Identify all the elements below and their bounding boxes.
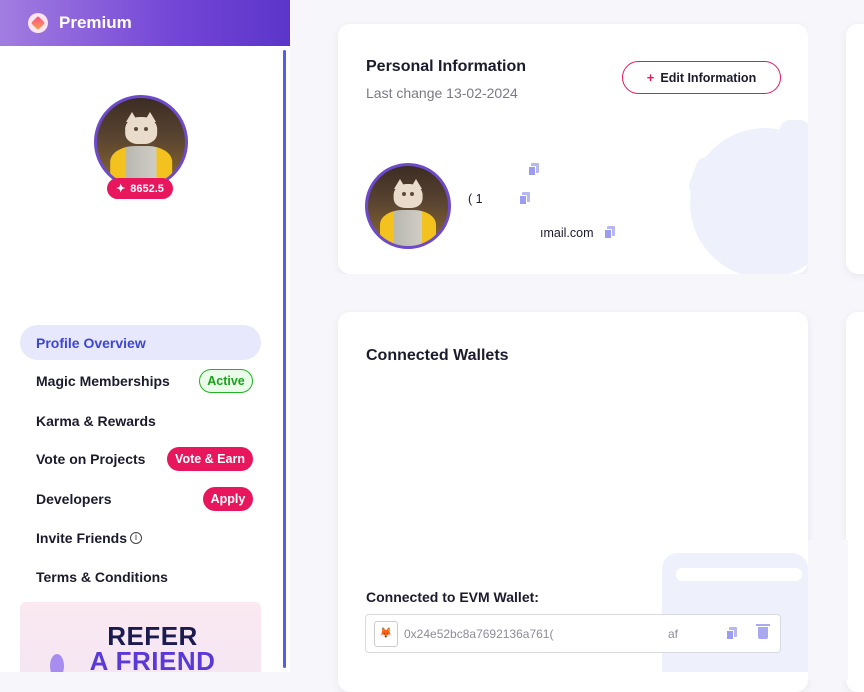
- nav-karma-rewards[interactable]: Karma & Rewards: [20, 403, 261, 438]
- nav-label: Profile Overview: [36, 334, 146, 351]
- info-icon[interactable]: i: [130, 531, 143, 544]
- last-change-date: Last change 13-02-2024: [366, 85, 518, 101]
- user-id-field: ( 1: [468, 192, 483, 206]
- karma-badge: ✦ 8652.5: [107, 178, 173, 199]
- nav-label: Karma & Rewards: [36, 412, 156, 429]
- refer-a-friend-banner[interactable]: REFER A FRIEND: [20, 602, 261, 672]
- edit-information-label: Edit Information: [660, 70, 757, 85]
- profile-avatar: [365, 163, 451, 249]
- premium-header[interactable]: Premium: [0, 0, 290, 46]
- copy-icon[interactable]: [604, 226, 615, 239]
- evm-wallet-row[interactable]: 🦊 0x24e52bc8a7692136a761( af: [365, 614, 781, 653]
- active-badge: Active: [199, 368, 253, 393]
- nav-terms-conditions[interactable]: Terms & Conditions: [20, 559, 261, 594]
- edit-information-button[interactable]: + Edit Information: [622, 61, 781, 94]
- nav-label: Developers: [36, 490, 112, 507]
- copy-icon[interactable]: [726, 627, 737, 640]
- email-field: ımail.com: [540, 226, 594, 240]
- personal-info-title: Personal Information: [366, 58, 527, 75]
- side-card-bottom: [846, 312, 864, 692]
- wallet-address-end: af: [668, 626, 679, 641]
- sidebar: Premium ✦ 8652.5 Profile Overview Magic …: [0, 0, 290, 672]
- trash-icon[interactable]: [756, 624, 770, 639]
- apply-badge: Apply: [203, 486, 253, 511]
- evm-wallet-label: Connected to EVM Wallet:: [366, 589, 539, 605]
- nav-label: Terms & Conditions: [36, 568, 168, 585]
- plus-icon: +: [646, 70, 655, 85]
- wallet-address: 0x24e52bc8a7692136a761(: [404, 626, 554, 641]
- refer-subtitle: A FRIEND: [89, 646, 216, 672]
- avatar[interactable]: [94, 95, 188, 189]
- nav-invite-friends[interactable]: Invite Friends i: [20, 520, 261, 555]
- copy-icon[interactable]: [519, 192, 530, 205]
- nav-label: Invite Friends: [36, 529, 128, 546]
- connected-wallets-title: Connected Wallets: [366, 347, 509, 364]
- metamask-icon: 🦊: [374, 620, 398, 647]
- nav-developers[interactable]: Developers Apply: [20, 481, 261, 516]
- karma-value: 8652.5: [130, 182, 164, 195]
- copy-icon[interactable]: [528, 163, 539, 176]
- wallet-decoration-line: [676, 568, 802, 581]
- vote-earn-badge: Vote & Earn: [167, 446, 253, 471]
- nav-profile-overview[interactable]: Profile Overview: [20, 325, 261, 360]
- nav-label: Magic Memberships: [36, 372, 170, 389]
- nav-magic-memberships[interactable]: Magic Memberships Active: [20, 363, 261, 398]
- sparkle-icon: ✦: [116, 183, 126, 195]
- premium-title: Premium: [59, 13, 132, 32]
- nav-label: Vote on Projects: [36, 450, 146, 467]
- nav-vote-on-projects[interactable]: Vote on Projects Vote & Earn: [20, 441, 261, 476]
- side-card-top: [846, 24, 864, 274]
- premium-logo-icon: [28, 13, 48, 33]
- sidebar-scrollbar[interactable]: [283, 50, 286, 668]
